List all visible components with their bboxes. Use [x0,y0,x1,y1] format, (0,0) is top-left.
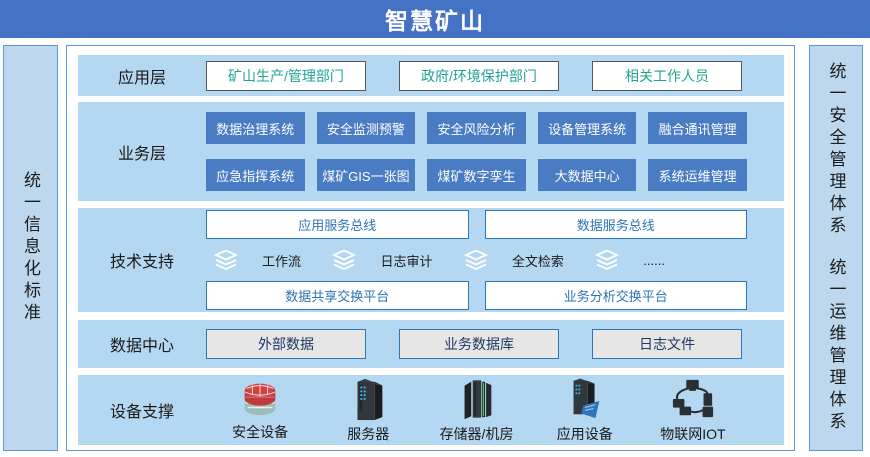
biz-safety-monitor-warning: 安全监测预警 [317,112,416,144]
data-log-files: 日志文件 [592,329,742,359]
equipment-items: 安全设备 服务器 [206,377,784,444]
biz-digital-twin: 煤矿数字孪生 [427,159,526,191]
sidebar-right-label-ops: 统一运维管理体系 [828,258,845,434]
equip-security-device: 安全设备 [206,377,314,444]
iot-icon [669,377,717,421]
sidebar-right-systems: 统一安全管理体系 统一运维管理体系 [809,45,863,451]
layer-data-center: 数据中心 外部数据 业务数据库 日志文件 [78,320,784,368]
mw-workflow-label: 工作流 [262,251,301,270]
biz-big-data-center: 大数据中心 [538,159,637,191]
tech-data-service-bus: 数据服务总线 [485,210,748,239]
mw-more: ...... [595,250,665,270]
layer-business-label: 业务层 [78,140,206,164]
banner-title: 智慧矿山 [0,0,870,38]
equip-app-device: 应用设备 [531,377,639,444]
equip-server-label: 服务器 [347,424,389,444]
layers-icon [595,250,619,270]
sidebar-left-label: 统一信息化标准 [22,171,39,325]
biz-device-management: 设备管理系统 [538,112,637,144]
data-external: 外部数据 [206,329,366,359]
biz-system-ops: 系统运维管理 [648,159,747,191]
sidebar-left-standards: 统一信息化标准 [3,45,58,451]
sidebar-right-label-security: 统一安全管理体系 [828,62,845,238]
smart-mine-diagram: 智慧矿山 统一信息化标准 统一安全管理体系 统一运维管理体系 应用层 矿山生产/… [0,0,870,457]
tech-middleware-row: 工作流 日志审计 [206,247,747,273]
biz-emergency-command: 应急指挥系统 [206,159,305,191]
layers-icon [332,250,356,270]
server-icon [348,377,388,421]
layer-equipment: 设备支撑 安全设备 [78,375,784,445]
app-box-government-env: 政府/环境保护部门 [399,61,559,91]
layers-icon [214,250,238,270]
layer-data-label: 数据中心 [78,332,206,356]
equip-app-device-label: 应用设备 [557,424,613,444]
data-business-db: 业务数据库 [399,329,559,359]
equip-security-label: 安全设备 [232,422,288,442]
biz-gis-one-map: 煤矿GIS一张图 [317,159,416,191]
layer-tech-label: 技术支持 [78,248,206,272]
tech-biz-analysis-platform: 业务分析交换平台 [485,281,748,310]
mw-log-audit-label: 日志审计 [380,251,432,270]
tech-data-share-platform: 数据共享交换平台 [206,281,469,310]
layer-business: 业务层 数据治理系统 安全监测预警 安全风险分析 设备管理系统 融合通讯管理 应… [78,102,784,201]
equip-storage: 存储器/机房 [422,377,530,444]
app-device-icon [564,377,606,421]
business-buttons: 数据治理系统 安全监测预警 安全风险分析 设备管理系统 融合通讯管理 应急指挥系… [206,112,784,191]
mw-log-audit: 日志审计 [332,250,432,270]
tech-bus-row: 应用服务总线 数据服务总线 [206,210,747,239]
equip-storage-label: 存储器/机房 [440,424,514,444]
biz-data-governance: 数据治理系统 [206,112,305,144]
tech-app-service-bus: 应用服务总线 [206,210,469,239]
firewall-icon [237,377,283,419]
main-frame: 应用层 矿山生产/管理部门 政府/环境保护部门 相关工作人员 业务层 数据治理系… [66,45,795,451]
layer-application-label: 应用层 [78,64,206,88]
layer-equipment-label: 设备支撑 [78,398,206,422]
biz-converged-comms: 融合通讯管理 [648,112,747,144]
equip-iot: 物联网IOT [639,377,747,444]
equip-iot-label: 物联网IOT [660,424,725,444]
biz-safety-risk-analysis: 安全风险分析 [427,112,526,144]
mw-workflow: 工作流 [214,250,301,270]
app-box-related-staff: 相关工作人员 [592,61,742,91]
layer-tech-support: 技术支持 应用服务总线 数据服务总线 工作流 [78,208,784,312]
mw-more-label: ...... [643,253,665,268]
equip-server: 服务器 [314,377,422,444]
application-boxes: 矿山生产/管理部门 政府/环境保护部门 相关工作人员 [206,61,784,91]
data-center-boxes: 外部数据 业务数据库 日志文件 [206,329,784,359]
tech-platform-row: 数据共享交换平台 业务分析交换平台 [206,281,747,310]
app-box-mine-production: 矿山生产/管理部门 [206,61,366,91]
mw-fulltext-search: 全文检索 [464,250,564,270]
layers-icon [464,250,488,270]
tech-stack: 应用服务总线 数据服务总线 工作流 [206,202,784,318]
storage-icon [457,377,497,421]
layer-application: 应用层 矿山生产/管理部门 政府/环境保护部门 相关工作人员 [78,55,784,96]
mw-fulltext-label: 全文检索 [512,251,564,270]
